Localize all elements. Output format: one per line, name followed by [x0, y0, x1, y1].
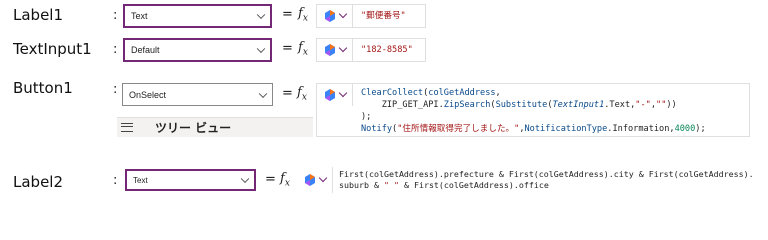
colon: : [113, 42, 118, 57]
formula-code[interactable]: "182-8585" [353, 39, 421, 61]
chevron-down-icon [338, 43, 348, 53]
code-token: Notify [361, 124, 393, 134]
code-token: ZipSearch [443, 100, 491, 110]
code-line: Notify("住所情報取得完了しました。",NotificationType.… [361, 123, 706, 135]
property-label: Default [131, 45, 160, 55]
copilot-button[interactable] [317, 84, 353, 106]
formula-code[interactable]: ClearCollect(colGetAddress, ZIP_GET_API.… [353, 84, 714, 140]
code-token: "住所情報取得完了しました。" [397, 124, 520, 134]
property-dropdown[interactable]: Text [123, 4, 272, 28]
code-line: ClearCollect(colGetAddress, [361, 87, 706, 99]
colon: : [113, 173, 118, 188]
code-token: Substitute [495, 100, 548, 110]
code-line: First(colGetAddress).prefecture & First(… [339, 169, 754, 180]
chevron-down-icon [338, 9, 348, 19]
property-dropdown[interactable]: Default [123, 38, 272, 62]
copilot-icon [305, 174, 315, 186]
code-token: "-" [635, 100, 651, 110]
fx-icon: fx [280, 171, 290, 189]
formula-code[interactable]: First(colGetAddress).prefecture & First(… [333, 167, 760, 193]
code-token: ClearCollect [361, 88, 424, 98]
control-name: TextInput1 [13, 40, 92, 58]
code-token: 4000 [674, 124, 696, 134]
control-name: Label1 [13, 6, 64, 24]
code-line: "郵便番号" [361, 10, 406, 22]
code-token: "182-8585" [361, 45, 413, 55]
copilot-icon [325, 89, 335, 101]
chevron-down-icon [240, 174, 250, 184]
code-token: .Information, [607, 124, 675, 134]
code-token: " " [383, 180, 399, 190]
code-token: "" [656, 100, 667, 110]
equals-sign: = [282, 86, 293, 101]
colon: : [113, 8, 118, 23]
code-token: ); [361, 112, 372, 122]
code-token: ); [695, 124, 706, 134]
code-token: , [495, 88, 501, 98]
formula-bar[interactable]: ClearCollect(colGetAddress, ZIP_GET_API.… [316, 83, 750, 137]
tree-view-title: ツリー ビュー [155, 121, 232, 135]
fx-icon: fx [297, 85, 307, 103]
property-dropdown[interactable]: Text [125, 169, 256, 191]
code-line: suburb & " " & First(colGetAddress).offi… [339, 180, 754, 191]
property-label: Text [131, 11, 148, 21]
chevron-down-icon [258, 89, 268, 98]
formula-code[interactable]: "郵便番号" [353, 5, 414, 27]
fx-icon: fx [298, 40, 308, 58]
code-line: ZIP_GET_API.ZipSearch(Substitute(TextInp… [361, 99, 706, 111]
code-token: colGetAddress [428, 88, 496, 98]
control-name: Label2 [13, 173, 64, 191]
code-line: "182-8585" [361, 44, 413, 56]
formula-bar[interactable]: "郵便番号" [316, 4, 426, 28]
copilot-button[interactable] [297, 167, 333, 193]
property-label: Text [133, 175, 148, 185]
copilot-icon [325, 10, 335, 22]
property-label: OnSelect [129, 89, 167, 100]
code-line: ); [361, 111, 706, 123]
code-token: .Text, [604, 100, 636, 110]
code-token: TextInput1 [552, 100, 605, 110]
code-token: NotificationType [524, 124, 608, 134]
chevron-down-icon [256, 44, 266, 54]
code-token: ZIP_GET_API [361, 100, 439, 110]
copilot-icon [325, 44, 335, 56]
code-token: First(colGetAddress).prefecture & First(… [339, 169, 754, 179]
equals-sign: = [265, 172, 276, 187]
chevron-down-icon [318, 173, 328, 183]
code-token: suburb & [339, 180, 384, 190]
copilot-button[interactable] [317, 5, 353, 27]
equals-sign: = [282, 7, 293, 22]
equals-sign: = [282, 41, 293, 56]
control-name: Button1 [13, 79, 73, 97]
colon: : [113, 82, 118, 97]
property-dropdown[interactable]: OnSelect [122, 83, 273, 106]
fx-icon: fx [298, 6, 308, 24]
copilot-button[interactable] [317, 39, 353, 61]
tree-view-header: ツリー ビュー [117, 117, 313, 137]
chevron-down-icon [256, 10, 266, 20]
code-token: & First(colGetAddress).office [398, 180, 549, 190]
hamburger-icon[interactable] [121, 123, 133, 132]
formula-bar[interactable]: First(colGetAddress).prefecture & First(… [297, 167, 759, 197]
code-token: )) [666, 100, 677, 110]
chevron-down-icon [338, 88, 348, 98]
code-token: "郵便番号" [361, 11, 406, 21]
formula-bar[interactable]: "182-8585" [316, 38, 426, 62]
